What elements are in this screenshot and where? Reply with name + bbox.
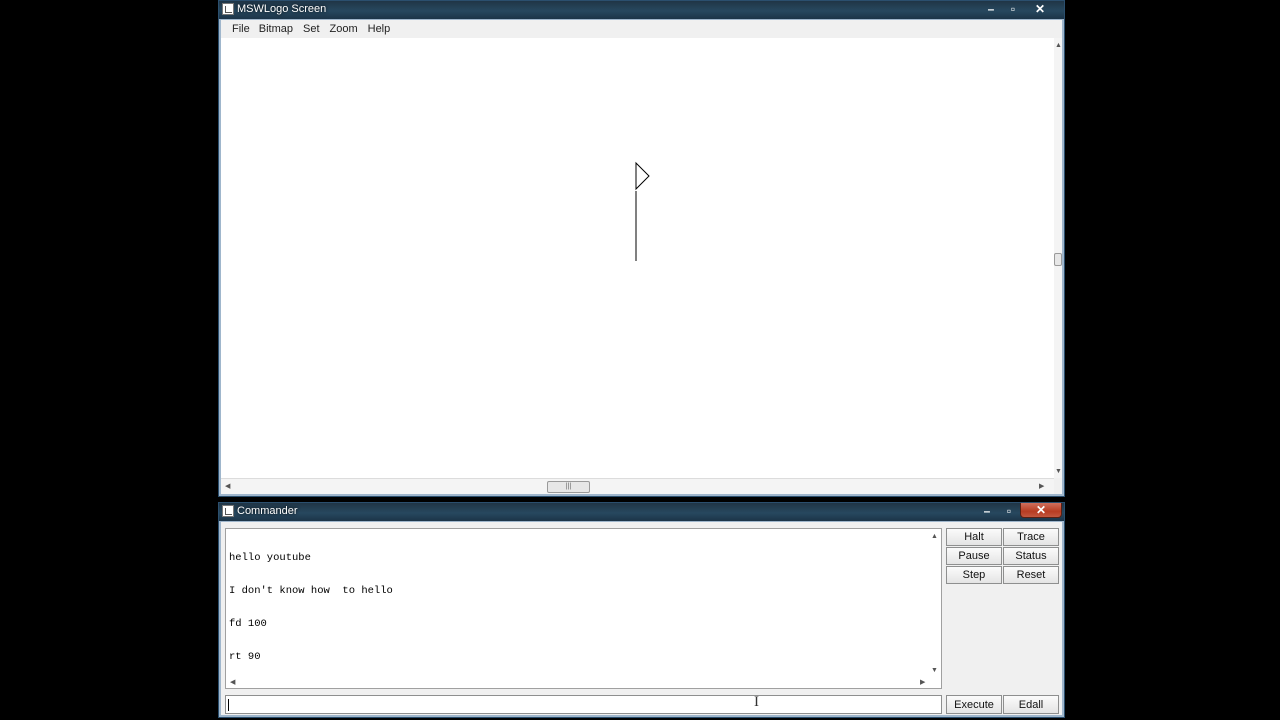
output-scroll-up-arrow[interactable]: ▲ bbox=[931, 533, 938, 540]
scrollbar-corner bbox=[1054, 478, 1062, 494]
output-scroll-down-arrow[interactable]: ▼ bbox=[931, 667, 938, 674]
command-input[interactable] bbox=[225, 695, 942, 714]
commander-minimize-button[interactable]: – bbox=[976, 503, 998, 518]
output-line: hello youtube bbox=[229, 552, 311, 564]
scroll-up-arrow[interactable]: ▲ bbox=[1055, 42, 1062, 49]
scroll-right-arrow[interactable]: ▶ bbox=[1039, 482, 1044, 490]
canvas-horizontal-scrollbar[interactable]: ◀ ||| ▶ bbox=[221, 478, 1054, 494]
menu-zoom[interactable]: Zoom bbox=[328, 23, 366, 35]
commander-output-lines: hello youtube I don't know how to hello … bbox=[229, 531, 393, 685]
menu-set[interactable]: Set bbox=[301, 23, 328, 35]
reset-button[interactable]: Reset bbox=[1003, 566, 1059, 584]
menu-bitmap[interactable]: Bitmap bbox=[257, 23, 301, 35]
halt-button[interactable]: Halt bbox=[946, 528, 1002, 546]
app-icon bbox=[222, 3, 234, 15]
output-line: fd 100 bbox=[229, 618, 267, 630]
output-line: rt 90 bbox=[229, 651, 261, 663]
screen-titlebar[interactable]: MSWLogo Screen – ▫ ✕ bbox=[219, 1, 1064, 19]
commander-button-panel: Halt Trace Pause Status Step Reset bbox=[946, 528, 1059, 584]
close-button[interactable]: ✕ bbox=[1024, 1, 1056, 16]
output-scroll-right-arrow[interactable]: ▶ bbox=[920, 678, 925, 686]
menu-bar: File Bitmap Set Zoom Help bbox=[221, 20, 1062, 38]
commander-output-box[interactable]: hello youtube I don't know how to hello … bbox=[225, 528, 942, 689]
edall-button[interactable]: Edall bbox=[1003, 695, 1059, 714]
menu-file[interactable]: File bbox=[221, 23, 257, 35]
output-line: I don't know how to hello bbox=[229, 585, 393, 597]
menu-help[interactable]: Help bbox=[366, 23, 399, 35]
execute-button[interactable]: Execute bbox=[946, 695, 1002, 714]
horizontal-scroll-thumb[interactable]: ||| bbox=[547, 481, 590, 493]
commander-window: Commander – ▫ ✕ hello youtube I don't kn… bbox=[218, 502, 1065, 718]
output-scroll-left-arrow[interactable]: ◀ bbox=[230, 678, 235, 686]
drawing-canvas[interactable] bbox=[221, 38, 1054, 478]
turtle-icon bbox=[635, 161, 650, 191]
commander-window-title: Commander bbox=[237, 505, 298, 517]
step-button[interactable]: Step bbox=[946, 566, 1002, 584]
maximize-button[interactable]: ▫ bbox=[1002, 1, 1024, 16]
trace-button[interactable]: Trace bbox=[1003, 528, 1059, 546]
screen-window-title: MSWLogo Screen bbox=[237, 3, 327, 15]
text-caret bbox=[228, 699, 229, 711]
scroll-left-arrow[interactable]: ◀ bbox=[225, 482, 230, 490]
commander-maximize-button[interactable]: ▫ bbox=[998, 503, 1020, 518]
app-icon bbox=[222, 505, 234, 517]
canvas-vertical-scrollbar[interactable]: ▲ ▼ bbox=[1054, 38, 1062, 478]
text-cursor-icon: I bbox=[754, 694, 759, 710]
commander-body: hello youtube I don't know how to hello … bbox=[221, 522, 1062, 715]
turtle-drawing bbox=[635, 161, 650, 261]
pause-button[interactable]: Pause bbox=[946, 547, 1002, 565]
minimize-button[interactable]: – bbox=[980, 1, 1002, 16]
vertical-scroll-thumb[interactable] bbox=[1054, 253, 1062, 266]
status-button[interactable]: Status bbox=[1003, 547, 1059, 565]
commander-titlebar[interactable]: Commander – ▫ ✕ bbox=[219, 503, 1064, 521]
scroll-down-arrow[interactable]: ▼ bbox=[1055, 468, 1062, 475]
mswlogo-screen-window: MSWLogo Screen – ▫ ✕ File Bitmap Set Zoo… bbox=[218, 0, 1065, 497]
commander-close-button[interactable]: ✕ bbox=[1020, 503, 1062, 518]
